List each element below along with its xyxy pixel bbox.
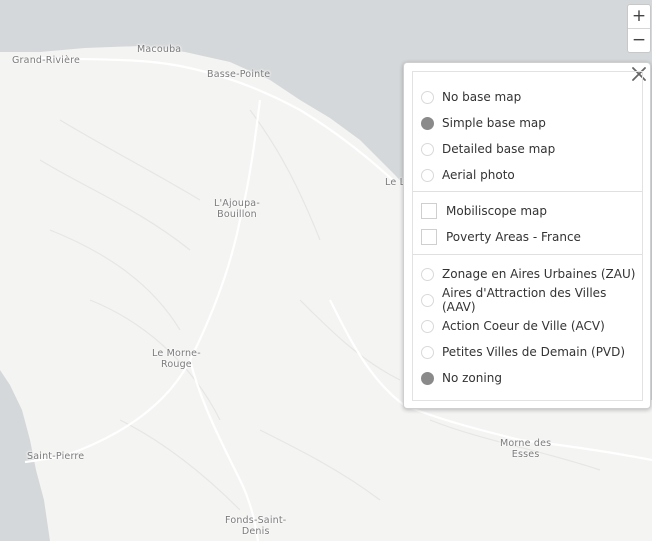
place-label-morne-des-esses: Morne des Esses xyxy=(500,438,552,460)
zoning-option-none[interactable]: No zoning xyxy=(413,365,642,391)
overlay-option-mobiliscope[interactable]: Mobiliscope map xyxy=(413,198,642,224)
option-label: Detailed base map xyxy=(442,142,556,156)
zoning-option-zau[interactable]: Zonage en Aires Urbaines (ZAU) xyxy=(413,261,642,287)
zoning-option-pvd[interactable]: Petites Villes de Demain (PVD) xyxy=(413,339,642,365)
radio-button[interactable] xyxy=(421,168,434,182)
place-label-basse-pointe: Basse-Pointe xyxy=(207,69,271,80)
option-label: Aerial photo xyxy=(442,168,515,182)
zoom-control: + − xyxy=(627,4,651,53)
option-label: Simple base map xyxy=(442,116,546,130)
zoning-option-acv[interactable]: Action Coeur de Ville (ACV) xyxy=(413,313,642,339)
place-label-grand-riviere: Grand-Rivière xyxy=(12,55,81,66)
basemap-option-simple[interactable]: Simple base map xyxy=(413,110,642,136)
checkbox[interactable] xyxy=(421,229,437,245)
checkbox[interactable] xyxy=(421,203,437,219)
overlay-section: Mobiliscope map Poverty Areas - France xyxy=(413,198,642,250)
radio-button-selected[interactable] xyxy=(421,116,434,130)
place-label-ajoupa-bouillon: L'Ajoupa- Bouillon xyxy=(214,198,260,220)
place-label-saint-pierre: Saint-Pierre xyxy=(27,451,85,462)
radio-button[interactable] xyxy=(421,293,434,307)
option-label: Action Coeur de Ville (ACV) xyxy=(442,319,605,333)
radio-button[interactable] xyxy=(421,142,434,156)
option-label: Mobiliscope map xyxy=(446,204,547,218)
section-divider xyxy=(413,254,642,255)
section-divider xyxy=(413,191,642,192)
radio-button[interactable] xyxy=(421,267,434,281)
option-label: Aires d'Attraction des Villes (AAV) xyxy=(442,286,607,314)
basemap-option-none[interactable]: No base map xyxy=(413,84,642,110)
zoning-option-aav[interactable]: Aires d'Attraction des Villes (AAV) xyxy=(413,286,642,314)
zoom-in-button[interactable]: + xyxy=(628,5,650,28)
basemap-section: No base map Simple base map Detailed bas… xyxy=(413,84,642,188)
place-label-morne-rouge: Le Morne- Rouge xyxy=(152,348,201,370)
radio-button[interactable] xyxy=(421,345,434,359)
option-label: Zonage en Aires Urbaines (ZAU) xyxy=(442,267,636,281)
zoom-out-button[interactable]: − xyxy=(628,28,650,52)
radio-button-selected[interactable] xyxy=(421,371,434,385)
basemap-option-detailed[interactable]: Detailed base map xyxy=(413,136,642,162)
place-label-fonds-saint-denis: Fonds-Saint- Denis xyxy=(225,515,287,537)
option-label: Poverty Areas - France xyxy=(446,230,581,244)
radio-button[interactable] xyxy=(421,90,434,104)
option-label: Petites Villes de Demain (PVD) xyxy=(442,345,626,359)
radio-button[interactable] xyxy=(421,319,434,333)
basemap-option-aerial[interactable]: Aerial photo xyxy=(413,162,642,188)
overlay-option-poverty[interactable]: Poverty Areas - France xyxy=(413,224,642,250)
place-label-macouba: Macouba xyxy=(137,44,182,55)
map-canvas[interactable]: Grand-Rivière Macouba Basse-Pointe Le L … xyxy=(0,0,652,541)
option-label: No zoning xyxy=(442,371,502,385)
layer-switcher-panel: No base map Simple base map Detailed bas… xyxy=(403,62,651,409)
zoning-section: Zonage en Aires Urbaines (ZAU) Aires d'A… xyxy=(413,261,642,391)
option-label: No base map xyxy=(442,90,522,104)
layer-list: No base map Simple base map Detailed bas… xyxy=(412,71,643,401)
land-area-east xyxy=(404,400,652,541)
